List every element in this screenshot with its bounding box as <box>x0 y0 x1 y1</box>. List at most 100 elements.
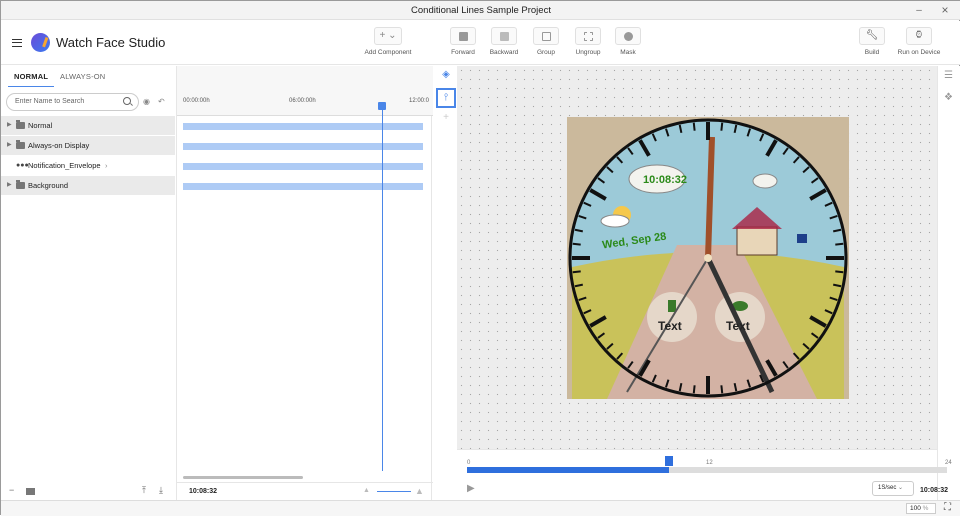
watch-tick <box>572 242 581 246</box>
digital-time: 10:08:32 <box>643 174 688 186</box>
ungroup-label: Ungroup <box>575 49 601 56</box>
folder-icon <box>16 140 25 149</box>
mask-label: Mask <box>620 49 636 56</box>
layer-label: Normal <box>28 121 53 130</box>
timeline-bar-notification[interactable] <box>183 163 423 170</box>
playhead-handle[interactable] <box>378 102 386 110</box>
chevron-right-icon[interactable]: › <box>105 156 108 175</box>
status-bar: 100 % ⛶ <box>1 500 960 516</box>
backward-button[interactable]: Backward <box>487 27 521 56</box>
search-input[interactable]: Enter Name to Search <box>6 93 139 111</box>
timeline-tick: 06:00:00h <box>289 98 316 104</box>
timeline-toggle-icon[interactable]: ⫯ <box>436 88 456 108</box>
scale-label: 24 <box>945 460 952 466</box>
move-bottom-icon[interactable]: ⤓ <box>159 485 163 496</box>
zoom-unit: % <box>922 505 929 512</box>
group-button[interactable]: Group <box>531 27 561 56</box>
watch-tick <box>692 385 696 394</box>
search-icon[interactable] <box>123 97 131 105</box>
add-component-label: Add Component <box>364 49 412 56</box>
add-icon[interactable]: + <box>438 112 454 128</box>
right-tool-column: ☰ ❖ <box>937 66 960 500</box>
watch-tick <box>835 242 844 246</box>
mask-button[interactable]: Mask <box>613 27 643 56</box>
plus-icon: + ⌄ <box>374 27 402 45</box>
style-icon[interactable]: ❖ <box>944 92 953 103</box>
menu-icon[interactable] <box>12 39 22 47</box>
close-button[interactable]: × <box>935 1 955 20</box>
scale-label: 0 <box>467 460 471 466</box>
tab-normal[interactable]: NORMAL <box>7 72 55 87</box>
backward-label: Backward <box>489 49 519 56</box>
wrench-icon: 🔧︎ <box>859 27 885 45</box>
watch-tick <box>835 270 844 274</box>
complication-left-label[interactable]: Text <box>658 319 682 333</box>
layer-label: Always-on Display <box>28 141 90 150</box>
run-on-device-button[interactable]: ⌚︎ Run on Device <box>896 27 942 56</box>
remove-icon[interactable]: − <box>9 485 14 495</box>
eye-icon[interactable]: ◉ <box>143 97 150 106</box>
timeline-scrollbar[interactable] <box>183 476 303 479</box>
layer-item-normal[interactable]: ▶ Normal <box>1 116 175 135</box>
zoom-input[interactable]: 100 % <box>906 503 936 514</box>
timeline-current-time: 10:08:32 <box>189 488 218 495</box>
timeline-bar-always-on[interactable] <box>183 143 423 150</box>
scale-label: 12 <box>706 460 713 466</box>
watch-tick <box>572 270 581 274</box>
app-name: Watch Face Studio <box>56 35 166 50</box>
expand-arrow-icon[interactable]: ▶ <box>7 116 12 135</box>
run-on-device-label: Run on Device <box>897 49 941 56</box>
ungroup-button[interactable]: Ungroup <box>571 27 605 56</box>
mask-icon <box>615 27 641 45</box>
backward-icon <box>491 27 517 45</box>
forward-button[interactable]: Forward <box>448 27 478 56</box>
zoom-in-icon[interactable]: ▲ <box>415 486 424 496</box>
forward-label: Forward <box>451 49 475 56</box>
component-icon: ●●● <box>16 162 29 169</box>
title-bar: Conditional Lines Sample Project <box>1 1 960 20</box>
zoom-out-icon[interactable]: ▲ <box>363 487 370 494</box>
preview-progress-track[interactable] <box>467 467 947 473</box>
watch-tick <box>720 385 724 394</box>
properties-icon[interactable]: ☰ <box>944 70 953 81</box>
watch-face-graphic <box>567 117 849 399</box>
layer-label: Background <box>28 181 69 190</box>
watch-face-preview[interactable]: 10:08:32 Wed, Sep 28 Text Text <box>567 117 849 399</box>
app-logo-icon <box>31 33 50 52</box>
folder-add-icon[interactable] <box>26 488 35 495</box>
timeline-tick: 12:00:0 <box>409 98 430 104</box>
speed-value: 1S/sec <box>878 485 897 491</box>
tool-column: ◈ ⫯ + <box>433 66 457 500</box>
group-icon <box>533 27 559 45</box>
preview-progress-handle[interactable] <box>664 456 673 466</box>
folder-icon <box>16 180 25 189</box>
expand-arrow-icon[interactable]: ▶ <box>7 176 12 195</box>
minimize-button[interactable]: – <box>909 1 929 20</box>
add-component-button[interactable]: + ⌄ Add Component <box>363 27 413 56</box>
layer-footer: − ⤒ ⤓ <box>1 483 176 500</box>
toolbar: Watch Face Studio + ⌄ Add Component Forw… <box>1 21 960 65</box>
timeline-bar-background[interactable] <box>183 183 423 190</box>
move-top-icon[interactable]: ⤒ <box>142 485 146 496</box>
timeline-bar-normal[interactable] <box>183 123 423 130</box>
undo-icon[interactable]: ↶ <box>158 97 165 106</box>
watch-icon: ⌚︎ <box>906 27 932 45</box>
layers-icon[interactable]: ◈ <box>438 69 454 85</box>
folder-icon <box>16 120 25 129</box>
timeline-tick: 00:00:00h <box>183 98 210 104</box>
speed-select[interactable]: 1S/sec ⌄ <box>872 481 914 496</box>
timeline-zoom-slider[interactable] <box>377 491 411 492</box>
expand-arrow-icon[interactable]: ▶ <box>7 136 12 155</box>
complication-right-label[interactable]: Text <box>726 319 750 333</box>
layer-item-background[interactable]: ▶ Background <box>1 176 175 195</box>
layer-item-always-on-display[interactable]: ▶ Always-on Display <box>1 136 175 155</box>
play-icon[interactable]: ▶ <box>467 483 475 494</box>
preview-progress-fill <box>467 467 669 473</box>
layer-item-notification-envelope[interactable]: ●●● Notification_Envelope › <box>1 156 175 175</box>
tab-always-on[interactable]: ALWAYS-ON <box>60 72 105 81</box>
timeline-playhead[interactable] <box>382 106 383 471</box>
build-button[interactable]: 🔧︎ Build <box>857 27 887 56</box>
zoom-value: 100 <box>910 505 921 512</box>
fit-screen-icon[interactable]: ⛶ <box>944 502 951 513</box>
layer-label: Notification_Envelope <box>28 161 101 170</box>
